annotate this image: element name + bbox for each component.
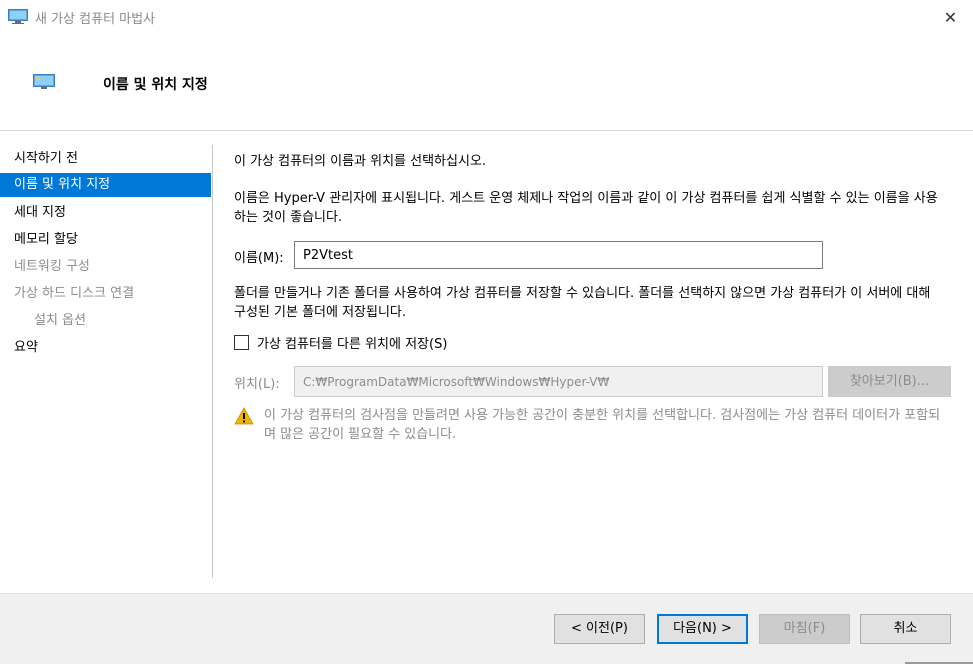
folder-description-text: 폴더를 만들거나 기존 폴더를 사용하여 가상 컴퓨터를 저장할 수 있습니다.…: [234, 286, 931, 320]
warning-icon: [234, 407, 254, 425]
finish-button: 마침(F): [759, 614, 850, 644]
wizard-body: 시작하기 전 이름 및 위치 지정 세대 지정 메모리 할당 네트워킹 구성 가…: [0, 131, 973, 593]
nav-divider: [212, 145, 213, 578]
virtual-machine-icon: [8, 9, 28, 24]
description-text: 이름은 Hyper-V 관리자에 표시됩니다. 게스트 운영 체제나 작업의 이…: [234, 191, 938, 225]
location-label: 위치(L):: [234, 377, 280, 392]
virtual-machine-icon: [33, 74, 55, 89]
browse-button: 찾아보기(B)...: [828, 366, 951, 397]
close-icon: ✕: [943, 7, 958, 27]
cancel-button[interactable]: 취소: [860, 614, 951, 644]
location-input: [294, 366, 823, 397]
next-button[interactable]: 다음(N) >: [657, 614, 748, 644]
store-elsewhere-label[interactable]: 가상 컴퓨터를 다른 위치에 저장(S): [257, 333, 447, 352]
wizard-header: 이름 및 위치 지정: [0, 34, 973, 130]
nav-item-name-and-location[interactable]: 이름 및 위치 지정: [0, 173, 211, 197]
name-input[interactable]: [294, 241, 823, 269]
name-label: 이름(M):: [234, 251, 284, 266]
nav-item-memory[interactable]: 메모리 할당: [0, 226, 211, 253]
close-button[interactable]: ✕: [928, 0, 973, 34]
nav-item-generation[interactable]: 세대 지정: [0, 199, 211, 226]
store-elsewhere-checkbox[interactable]: 가상 컴퓨터를 다른 위치에 저장(S): [234, 333, 447, 352]
page-title: 이름 및 위치 지정: [103, 77, 208, 93]
intro-text: 이 가상 컴퓨터의 이름과 위치를 선택하십시오.: [234, 154, 487, 169]
nav-item-networking: 네트워킹 구성: [14, 259, 90, 274]
window-title: 새 가상 컴퓨터 마법사: [35, 12, 156, 27]
nav-item-installation-options: 설치 옵션: [34, 313, 86, 328]
wizard-steps-nav: 시작하기 전 이름 및 위치 지정 세대 지정 메모리 할당 네트워킹 구성 가…: [0, 145, 212, 361]
previous-button[interactable]: < 이전(P): [554, 614, 645, 644]
wizard-footer: < 이전(P) 다음(N) > 마침(F) 취소: [0, 594, 973, 664]
checkbox-box[interactable]: [234, 335, 249, 350]
nav-item-summary[interactable]: 요약: [0, 334, 211, 361]
warning-text: 이 가상 컴퓨터의 검사점을 만들려면 사용 가능한 공간이 충분한 위치를 선…: [264, 408, 941, 442]
nav-item-before-you-begin[interactable]: 시작하기 전: [0, 145, 211, 172]
title-bar: 새 가상 컴퓨터 마법사 ✕: [0, 0, 973, 34]
nav-item-virtual-hard-disk: 가상 하드 디스크 연결: [14, 286, 135, 301]
